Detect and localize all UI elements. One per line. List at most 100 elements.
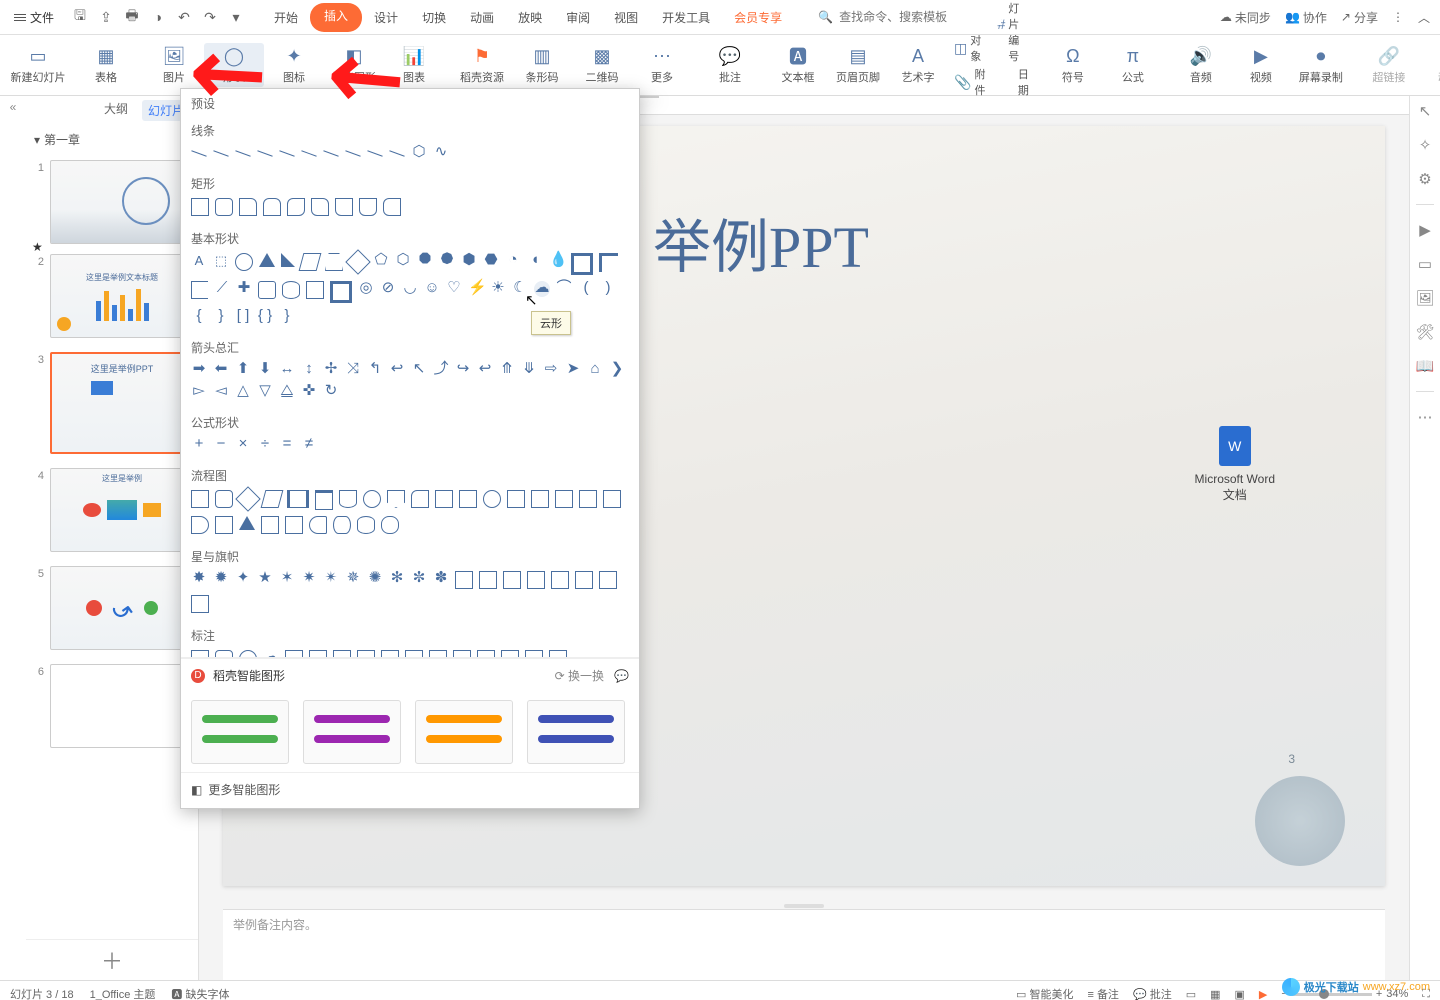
shape-brace3[interactable]: } — [279, 309, 295, 325]
new-slide-button[interactable]: ▭新建幻灯片 — [8, 43, 68, 87]
shape-arrow-circular[interactable]: ↻ — [323, 384, 339, 400]
headerfooter-button[interactable]: ▤页眉页脚 — [828, 43, 888, 87]
rail-design-icon[interactable]: ✧ — [1416, 136, 1434, 154]
shape-divide[interactable]: ÷ — [257, 437, 273, 453]
shape-rtriangle[interactable] — [281, 253, 295, 267]
video-button[interactable]: ▶视频 — [1231, 43, 1291, 87]
share-button[interactable]: ↗分享 — [1341, 9, 1378, 26]
shape-arrow-callout-d[interactable]: ▽ — [257, 384, 273, 400]
shape-star6[interactable]: ✶ — [279, 571, 295, 587]
redo-icon[interactable]: ↷ — [200, 7, 220, 27]
sync-status[interactable]: ☁未同步 — [1220, 9, 1271, 26]
hyperlink-button[interactable]: 🔗超链接 — [1359, 43, 1419, 87]
callout-accent3[interactable] — [429, 650, 447, 658]
shape-arrow-curveddown[interactable]: ⤋ — [521, 362, 537, 378]
fc-tape[interactable] — [435, 490, 453, 508]
embedded-word-object[interactable]: Microsoft Word 文档 — [1195, 426, 1275, 503]
comments-toggle[interactable]: 💬 批注 — [1133, 986, 1172, 1000]
fc-sort[interactable] — [531, 490, 549, 508]
table-button[interactable]: ▦表格 — [76, 43, 136, 87]
shape-snipround[interactable] — [311, 198, 329, 216]
shape-star4[interactable]: ✦ — [235, 571, 251, 587]
callout-rect[interactable] — [191, 650, 209, 658]
shape-arc[interactable]: ⌒ — [556, 281, 572, 297]
feedback-icon[interactable]: 💬 — [614, 669, 629, 683]
collapse-panel-icon[interactable]: « — [10, 100, 17, 114]
shape-round2same[interactable] — [359, 198, 377, 216]
shape-arrow-callout-r[interactable]: ▻ — [191, 384, 207, 400]
fc-magdisk[interactable] — [357, 516, 375, 534]
shape-hexagon[interactable]: ⬡ — [395, 253, 411, 269]
fc-predef[interactable] — [287, 490, 309, 508]
fc-display[interactable] — [309, 516, 327, 534]
fc-collate[interactable] — [507, 490, 525, 508]
shape-chord[interactable]: ◖ — [527, 253, 543, 269]
shape-elbow[interactable] — [257, 150, 272, 156]
shape-star12[interactable]: ✺ — [367, 571, 383, 587]
shape-noSymbol[interactable]: ⊘ — [380, 281, 396, 297]
shape-arrow-callout-lr[interactable]: ⧋ — [279, 384, 295, 400]
shape-octagon[interactable]: ⯄ — [439, 253, 455, 269]
callout-roundrect[interactable] — [215, 650, 233, 658]
shape-doublewave[interactable] — [191, 595, 209, 613]
thumbnails[interactable]: 1 ★ 2这里是举例文本标题 3这里是举例PPT 4这里是举例 5↶ 6 — [26, 154, 198, 939]
shape-curve-double[interactable] — [345, 150, 360, 156]
fc-data[interactable] — [261, 490, 284, 508]
shape-round1[interactable] — [335, 198, 353, 216]
shape-frame[interactable] — [571, 253, 593, 275]
shape-minus[interactable]: − — [213, 437, 229, 453]
file-menu[interactable]: 文件 — [8, 5, 60, 30]
shape-arrow-leftup[interactable]: ↖ — [411, 362, 427, 378]
shape-plus[interactable]: + — [191, 437, 207, 453]
shape-equal[interactable]: = — [279, 437, 295, 453]
shape-parallelogram[interactable] — [299, 253, 322, 271]
symbol-button[interactable]: Ω符号 — [1043, 43, 1103, 87]
shape-arrow-quad[interactable]: ✢ — [323, 362, 339, 378]
shape-oval[interactable] — [235, 253, 253, 271]
shape-arrow-down[interactable]: ⬇ — [257, 362, 273, 378]
outline-tab[interactable]: 大纲 — [104, 100, 136, 121]
fc-extract[interactable] — [555, 490, 573, 508]
shape-vtextbox[interactable]: ⬚ — [213, 253, 229, 269]
shape-arrow-home[interactable]: ⌂ — [587, 362, 603, 378]
shape-star16[interactable]: ✻ — [389, 571, 405, 587]
shape-freeform-closed[interactable]: ⬡ — [411, 145, 427, 161]
fc-offpage[interactable] — [387, 490, 405, 508]
fc-seqaccess[interactable] — [215, 516, 233, 534]
shape-explosion2[interactable]: ✹ — [213, 571, 229, 587]
object-button[interactable]: ◫对象 — [954, 32, 985, 64]
textbox-button[interactable]: 🅰文本框 — [768, 43, 828, 87]
shape-star5[interactable]: ★ — [257, 571, 273, 587]
shape-teardrop[interactable]: 💧 — [549, 253, 565, 269]
shape-round2diag[interactable] — [383, 198, 401, 216]
shape-bevel[interactable] — [330, 281, 352, 303]
shape-smiley[interactable]: ☺ — [424, 281, 440, 297]
shape-snip2diag[interactable] — [287, 198, 305, 216]
export-icon[interactable]: ⇪ — [96, 7, 116, 27]
command-search[interactable]: 🔍 — [818, 9, 1001, 25]
thumb-5[interactable]: 5↶ — [30, 566, 194, 650]
callout-cloud[interactable]: ☁ — [263, 650, 279, 658]
shape-heptagon[interactable]: ⯃ — [417, 253, 433, 269]
view-normal-icon[interactable]: ▭ — [1186, 988, 1196, 1000]
shape-notequal[interactable]: ≠ — [301, 437, 317, 453]
shape-arrow-bentup[interactable]: ⤴ — [433, 362, 449, 378]
shape-ribbon-curved-up[interactable] — [503, 571, 521, 589]
undo-icon[interactable]: ↶ — [174, 7, 194, 27]
rail-tools-icon[interactable]: 🛠 — [1416, 323, 1434, 341]
callout-border2[interactable] — [501, 650, 519, 658]
callout-border4[interactable] — [549, 650, 567, 658]
fc-process[interactable] — [191, 490, 209, 508]
shape-arrow-right[interactable]: ➡ — [191, 362, 207, 378]
shape-freeform-open[interactable]: ∿ — [433, 145, 449, 161]
smart-card-4[interactable] — [527, 700, 625, 764]
shape-pie[interactable]: ◔ — [505, 253, 521, 269]
add-slide-button[interactable]: ＋ — [26, 939, 198, 980]
shape-snip1[interactable] — [239, 198, 257, 216]
shape-star10[interactable]: ✵ — [345, 571, 361, 587]
shape-arrow-curvedup[interactable]: ⤊ — [499, 362, 515, 378]
fc-card[interactable] — [411, 490, 429, 508]
callout-line2[interactable] — [309, 650, 327, 658]
shape-scribble[interactable] — [367, 150, 382, 156]
fc-connector[interactable] — [363, 490, 381, 508]
